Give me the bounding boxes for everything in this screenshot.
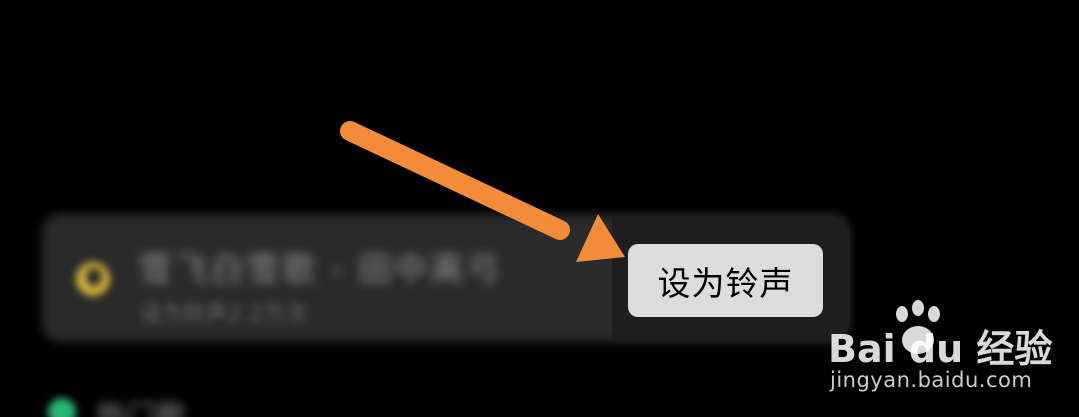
baidu-jingyan-watermark: Bai du 经验 jingyan.baidu.com [828, 300, 1068, 400]
screenshot-stage: 雪飞白雪歌 - 田中离弓 设为铃声2.2万次 设为铃声 热门歌 Bai du 经… [0, 0, 1079, 417]
song-ringtone-count: 设为铃声2.2万次 [140, 302, 307, 327]
music-disc-icon [76, 262, 110, 296]
green-dot-icon [48, 398, 76, 417]
bottom-list-item-label: 热门歌 [96, 392, 186, 417]
set-ringtone-button[interactable]: 设为铃声 [628, 244, 823, 317]
watermark-url: jingyan.baidu.com [830, 368, 1033, 392]
paw-icon [896, 300, 940, 354]
song-title: 雪飞白雪歌 - 田中离弓 [138, 250, 502, 290]
